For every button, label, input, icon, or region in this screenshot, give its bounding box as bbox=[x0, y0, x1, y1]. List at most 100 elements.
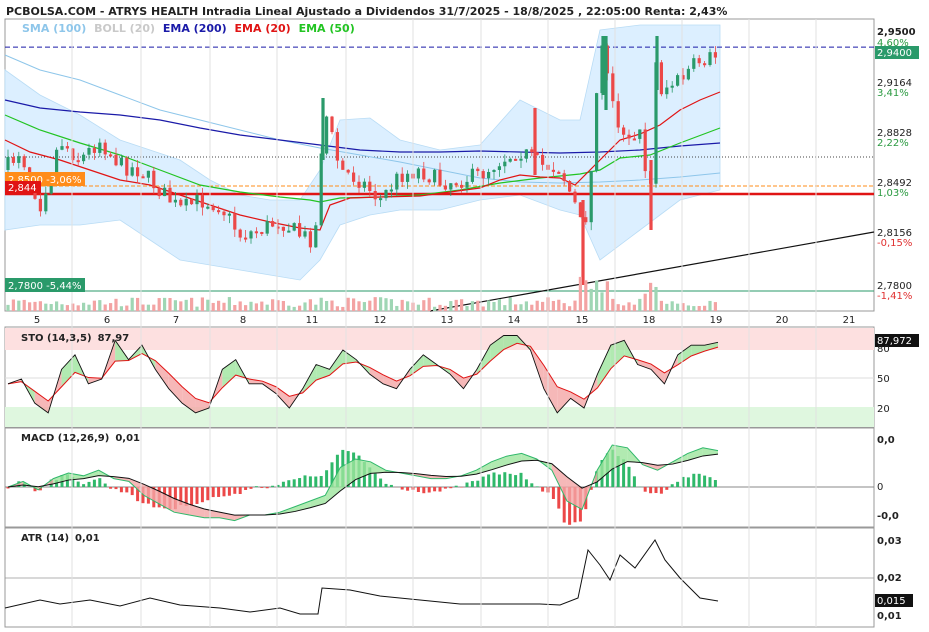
volume-bar bbox=[308, 299, 312, 311]
volume-bar bbox=[438, 304, 442, 311]
candle bbox=[703, 63, 707, 66]
sto-fill bbox=[597, 345, 611, 388]
volume-bar bbox=[676, 303, 680, 311]
volume-bar bbox=[65, 305, 69, 311]
candle bbox=[249, 231, 253, 239]
candle bbox=[573, 191, 577, 203]
x-tick-4: 11 bbox=[306, 315, 319, 326]
macd-hist-bar bbox=[422, 487, 426, 494]
candle bbox=[460, 184, 464, 188]
macd-hist-bar bbox=[254, 486, 258, 487]
volume-bar bbox=[600, 292, 604, 311]
candle bbox=[114, 154, 118, 166]
volume-bar bbox=[292, 306, 296, 311]
volume-bar bbox=[362, 302, 366, 311]
volume-bar bbox=[487, 300, 491, 311]
macd-hist-bar bbox=[676, 481, 680, 487]
candle bbox=[265, 221, 269, 234]
sto-label: STO (14,3,5) 87,97 bbox=[21, 333, 129, 344]
macd-hist-bar bbox=[659, 487, 663, 494]
spike-candle bbox=[533, 108, 537, 175]
macd-hist-bar bbox=[222, 487, 226, 497]
volume-bar bbox=[406, 301, 410, 311]
volume-bar bbox=[44, 303, 48, 311]
legend-ema50: EMA (50) bbox=[299, 22, 355, 35]
volume-bar bbox=[287, 305, 291, 311]
volume-bar bbox=[28, 302, 32, 311]
volume-bar bbox=[373, 297, 377, 311]
candle bbox=[244, 237, 248, 240]
price-panel bbox=[4, 24, 875, 312]
macd-hist-bar bbox=[308, 476, 312, 487]
volume-bar bbox=[622, 305, 626, 311]
volume-bar bbox=[470, 301, 474, 311]
candle bbox=[103, 142, 107, 155]
candle bbox=[222, 211, 226, 216]
candle bbox=[125, 157, 129, 176]
spike-candle bbox=[601, 36, 605, 95]
macd-hist-bar bbox=[125, 487, 129, 493]
red-line-label: 2,844 bbox=[8, 183, 37, 194]
volume-bar bbox=[195, 306, 199, 311]
macd-hist-bar bbox=[487, 474, 491, 487]
volume-bar bbox=[33, 301, 37, 311]
volume-bar bbox=[443, 305, 447, 311]
candle bbox=[427, 179, 431, 183]
candle bbox=[55, 149, 59, 175]
candle bbox=[622, 127, 626, 135]
volume-bar bbox=[454, 299, 458, 311]
chart-title: PCBOLSA.COM - ATRYS HEALTH Intradia Line… bbox=[6, 5, 727, 18]
atr-panel bbox=[4, 539, 874, 615]
candle bbox=[136, 167, 140, 177]
candle bbox=[487, 171, 491, 179]
macd-hist-bar bbox=[303, 475, 307, 487]
candle bbox=[82, 154, 86, 162]
candle bbox=[308, 231, 312, 248]
candle bbox=[665, 87, 669, 95]
macd-hist-bar bbox=[416, 487, 420, 493]
volume-bar bbox=[649, 282, 653, 311]
candle bbox=[476, 168, 480, 172]
macd-hist-bar bbox=[541, 487, 545, 492]
candle bbox=[551, 169, 555, 172]
candle bbox=[697, 58, 701, 64]
spike-candle bbox=[321, 98, 325, 160]
candle bbox=[254, 231, 258, 234]
volume-bar bbox=[670, 301, 674, 311]
macd-hist-bar bbox=[211, 487, 215, 498]
candle bbox=[357, 181, 361, 188]
sto-fill bbox=[637, 359, 652, 370]
volume-bar bbox=[449, 301, 453, 311]
candle bbox=[260, 232, 264, 235]
macd-hist-bar bbox=[373, 473, 377, 487]
candle bbox=[6, 157, 10, 170]
candle bbox=[87, 147, 91, 155]
volume-bar bbox=[249, 301, 253, 311]
macd-hist-bar bbox=[557, 487, 561, 509]
x-tick-6: 13 bbox=[441, 315, 454, 326]
stock-chart: PCBOLSA.COM - ATRYS HEALTH Intradia Line… bbox=[4, 5, 919, 628]
volume-bar bbox=[476, 300, 480, 311]
macd-hist-bar bbox=[476, 480, 480, 487]
candle bbox=[492, 169, 496, 172]
candle bbox=[227, 213, 231, 216]
volume-bar bbox=[222, 302, 226, 311]
candle bbox=[303, 231, 307, 237]
candle bbox=[173, 199, 177, 203]
volume-bar bbox=[17, 300, 21, 311]
volume-bar bbox=[541, 301, 545, 311]
volume-bar bbox=[595, 280, 599, 311]
macd-hist-bar bbox=[249, 487, 253, 489]
volume-bar bbox=[76, 305, 80, 311]
x-tick-3: 8 bbox=[240, 315, 246, 326]
candle bbox=[627, 134, 631, 139]
macd-hist-bar bbox=[530, 483, 534, 487]
sto-overbought-zone bbox=[5, 328, 874, 350]
volume-bar bbox=[643, 293, 647, 311]
macd-hist-bar bbox=[130, 487, 134, 496]
macd-panel bbox=[5, 444, 874, 525]
volume-bar bbox=[330, 300, 334, 311]
candle bbox=[692, 58, 696, 69]
sto-tick-50: 50 bbox=[877, 374, 890, 385]
volume-bar bbox=[190, 297, 194, 311]
